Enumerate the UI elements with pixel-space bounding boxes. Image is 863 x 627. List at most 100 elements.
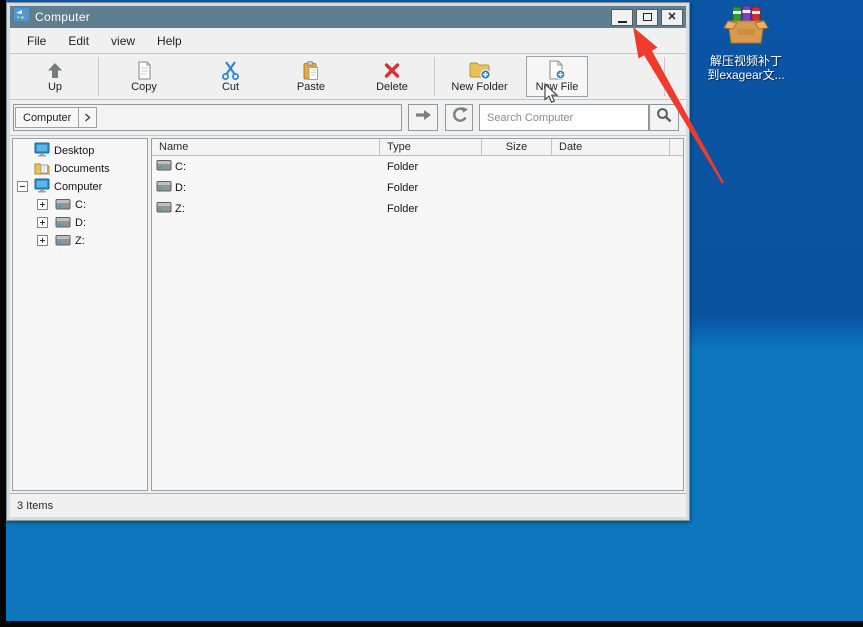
close-icon: ✕ <box>667 12 676 23</box>
desktop: 解压视频补丁 到exagear文... Computer ✕ <box>0 0 863 627</box>
app-icon <box>14 8 29 26</box>
copy-label: Copy <box>131 81 157 93</box>
up-label: Up <box>48 81 62 93</box>
drive-icon <box>156 201 172 216</box>
table-row-drive-d[interactable]: D: Folder <box>152 177 683 198</box>
copy-button[interactable]: Copy <box>99 54 189 99</box>
column-header-date[interactable]: Date <box>552 139 670 156</box>
expand-expander-icon[interactable] <box>37 235 48 246</box>
refresh-button[interactable] <box>445 104 473 131</box>
delete-x-icon <box>383 61 401 80</box>
main-area: Desktop Documents <box>10 136 686 493</box>
file-manager-window: Computer ✕ File Edit view Help Up <box>6 2 690 521</box>
tree-item-drive-z[interactable]: Z: <box>13 232 147 250</box>
cell-name: C: <box>175 161 186 173</box>
tree-item-drive-c[interactable]: C: <box>13 196 147 214</box>
tree-panel: Desktop Documents <box>12 138 148 491</box>
cut-button[interactable]: Cut <box>189 54 272 99</box>
go-arrow-icon <box>415 107 432 128</box>
column-header-name[interactable]: Name <box>152 139 380 156</box>
menu-file[interactable]: File <box>16 31 57 51</box>
menu-help[interactable]: Help <box>146 31 193 51</box>
expand-expander-icon[interactable] <box>37 217 48 228</box>
titlebar[interactable]: Computer ✕ <box>10 6 686 28</box>
toolbar-separator <box>664 57 665 96</box>
tree-item-drive-d[interactable]: D: <box>13 214 147 232</box>
new-file-button[interactable]: New File <box>526 56 588 97</box>
shortcut-label-line1: 解压视频补丁 <box>700 54 792 68</box>
tree-item-desktop[interactable]: Desktop <box>13 142 147 160</box>
menu-edit[interactable]: Edit <box>57 31 100 51</box>
clipboard-icon <box>301 61 321 80</box>
search-button[interactable] <box>649 104 679 131</box>
status-item-count: 3 Items <box>17 500 53 512</box>
minimize-button[interactable] <box>611 9 633 26</box>
drive-icon <box>55 234 71 249</box>
list-header: Name Type Size Date <box>152 139 683 156</box>
chevron-right-icon[interactable] <box>79 107 97 128</box>
drive-icon <box>156 159 172 174</box>
close-button[interactable]: ✕ <box>661 9 683 26</box>
window-title: Computer <box>35 10 608 24</box>
menu-bar: File Edit view Help <box>10 28 686 54</box>
column-header-type[interactable]: Type <box>380 139 482 156</box>
tree-item-computer[interactable]: Computer <box>13 178 147 196</box>
toolbar-spacer <box>590 54 664 99</box>
tree-label-computer: Computer <box>54 181 102 193</box>
tree-item-documents[interactable]: Documents <box>13 160 147 178</box>
cell-name: Z: <box>175 203 185 215</box>
tree-label-desktop: Desktop <box>54 145 94 157</box>
minimize-icon <box>618 21 627 23</box>
breadcrumb-computer-button[interactable]: Computer <box>15 107 79 128</box>
file-list-panel: Name Type Size Date <box>151 138 684 491</box>
address-bar: Computer <box>10 100 686 136</box>
new-folder-icon <box>469 60 491 80</box>
go-button[interactable] <box>408 104 438 131</box>
shortcut-label-line2: 到exagear文... <box>700 68 792 82</box>
breadcrumb: Computer <box>13 104 402 131</box>
list-body: C: Folder <box>152 156 683 490</box>
copy-document-icon <box>134 61 154 80</box>
expand-expander-icon[interactable] <box>37 199 48 210</box>
drive-icon <box>156 180 172 195</box>
cell-name: D: <box>175 182 186 194</box>
search-input[interactable] <box>479 104 649 131</box>
column-header-size[interactable]: Size <box>482 139 552 156</box>
column-header-filler <box>670 139 683 156</box>
new-folder-button[interactable]: New Folder <box>435 54 524 99</box>
maximize-button[interactable] <box>636 9 658 26</box>
delete-label: Delete <box>376 81 408 93</box>
table-row-drive-c[interactable]: C: Folder <box>152 156 683 177</box>
tree-label-drive-c: C: <box>75 199 86 211</box>
toolbar: Up Copy <box>10 54 686 100</box>
collapse-expander-icon[interactable] <box>17 181 28 192</box>
cell-type: Folder <box>380 161 482 173</box>
cell-type: Folder <box>380 203 482 215</box>
screen-edge-bottom <box>0 621 863 627</box>
up-arrow-icon <box>45 61 65 80</box>
new-file-icon <box>547 60 567 80</box>
paste-button[interactable]: Paste <box>272 54 350 99</box>
drive-icon <box>55 198 71 213</box>
up-button[interactable]: Up <box>12 54 98 99</box>
address-path-field[interactable] <box>97 107 400 128</box>
delete-button[interactable]: Delete <box>350 54 434 99</box>
table-row-drive-z[interactable]: Z: Folder <box>152 198 683 219</box>
new-file-label: New File <box>536 81 579 93</box>
scissors-icon <box>221 61 240 80</box>
paste-label: Paste <box>297 81 325 93</box>
cell-type: Folder <box>380 182 482 194</box>
status-bar: 3 Items <box>10 493 686 517</box>
documents-folder-icon <box>34 161 50 178</box>
winrar-archive-icon <box>723 5 769 54</box>
screen-edge-left <box>0 0 6 627</box>
refresh-icon <box>451 107 468 129</box>
menu-view[interactable]: view <box>100 31 146 51</box>
search-icon <box>656 107 672 128</box>
drive-icon <box>55 216 71 231</box>
desktop-monitor-icon <box>34 142 50 160</box>
tree-label-drive-z: Z: <box>75 235 85 247</box>
cut-label: Cut <box>222 81 239 93</box>
desktop-shortcut-winrar[interactable]: 解压视频补丁 到exagear文... <box>700 5 792 82</box>
tree-label-documents: Documents <box>54 163 110 175</box>
